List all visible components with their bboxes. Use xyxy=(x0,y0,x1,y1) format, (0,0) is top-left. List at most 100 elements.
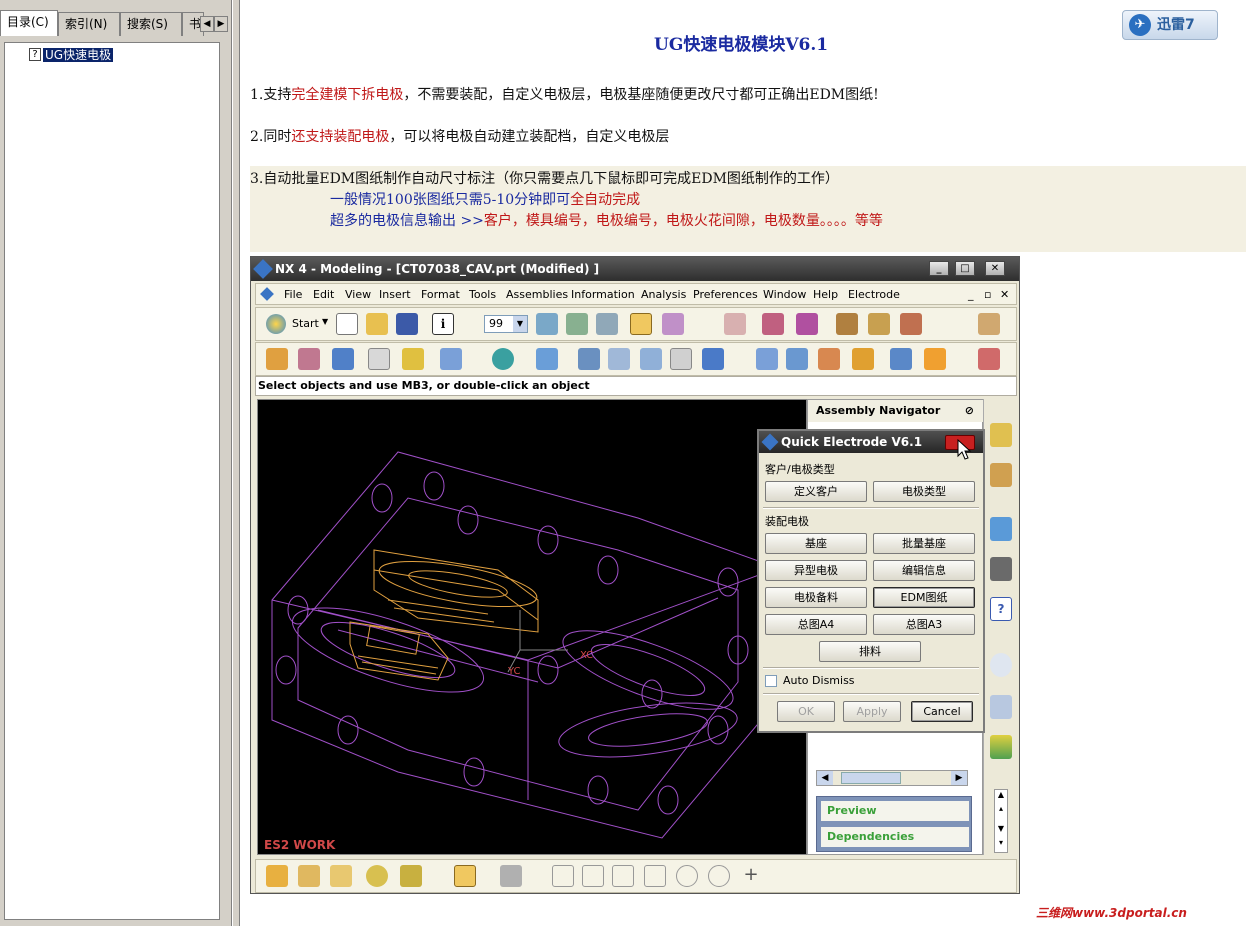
new-parent-icon[interactable] xyxy=(330,865,352,887)
scroll-bottom-icon[interactable]: ▾ xyxy=(995,838,1007,850)
history-icon[interactable] xyxy=(990,653,1012,677)
scroll-left-icon[interactable]: ◀ xyxy=(817,771,833,785)
ok-button[interactable]: OK xyxy=(777,701,835,722)
quadrant-point-icon[interactable] xyxy=(708,865,730,887)
scroll-up-icon[interactable]: ▴ xyxy=(995,804,1007,816)
menu-insert[interactable]: Insert xyxy=(379,288,411,301)
edm-drawing-button[interactable]: EDM图纸 xyxy=(873,587,975,608)
open-folder-icon[interactable] xyxy=(366,313,388,335)
menu-window[interactable]: Window xyxy=(763,288,806,301)
close-icon[interactable]: ✕ xyxy=(985,261,1005,276)
edit-info-button[interactable]: 编辑信息 xyxy=(873,560,975,581)
sphere-icon[interactable] xyxy=(492,348,514,370)
hole-icon[interactable] xyxy=(368,348,390,370)
arc-icon[interactable] xyxy=(612,865,634,887)
sew-icon[interactable] xyxy=(818,348,840,370)
analysis-icon[interactable] xyxy=(978,313,1000,335)
copy-to-layer-icon[interactable] xyxy=(596,313,618,335)
chamfer-icon[interactable] xyxy=(670,348,692,370)
thicken-icon[interactable] xyxy=(890,348,912,370)
intersect-icon[interactable] xyxy=(608,348,630,370)
wcs-origin-icon[interactable] xyxy=(662,313,684,335)
curve-edit-icon[interactable] xyxy=(836,313,858,335)
mate-icon[interactable] xyxy=(366,865,388,887)
menu-assemblies[interactable]: Assemblies xyxy=(506,288,568,301)
revolve-icon[interactable] xyxy=(298,348,320,370)
menu-electrode[interactable]: Electrode xyxy=(848,288,900,301)
cancel-button[interactable]: Cancel xyxy=(911,701,973,722)
nesting-button[interactable]: 排料 xyxy=(819,641,921,662)
pane-splitter[interactable] xyxy=(232,0,240,926)
menu-information[interactable]: Information xyxy=(571,288,635,301)
scroll-down-icon[interactable]: ▼ xyxy=(995,824,1007,836)
preview-panel[interactable]: Preview xyxy=(821,801,969,821)
menu-tools[interactable]: Tools xyxy=(469,288,496,301)
tab-index[interactable]: 索引(N) xyxy=(58,12,120,36)
start-icon[interactable] xyxy=(266,314,286,334)
layer-select[interactable]: 99 ▼ xyxy=(484,315,528,333)
line-icon[interactable] xyxy=(552,865,574,887)
offset-face-icon[interactable] xyxy=(924,348,946,370)
web-browser-icon[interactable] xyxy=(990,517,1012,541)
create-component-icon[interactable] xyxy=(298,865,320,887)
palette-icon[interactable] xyxy=(990,735,1012,759)
minimize-icon[interactable]: _ xyxy=(929,261,949,276)
project-curve-icon[interactable] xyxy=(900,313,922,335)
menu-view[interactable]: View xyxy=(345,288,371,301)
help-icon[interactable]: ? xyxy=(990,597,1012,621)
add-component-icon[interactable] xyxy=(266,865,288,887)
tab-search[interactable]: 搜索(S) xyxy=(120,12,182,36)
doc-restore-icon[interactable]: ▫ xyxy=(984,288,991,301)
mold-wizard-icon[interactable] xyxy=(978,348,1000,370)
tree-item[interactable]: ? UG快速电极 xyxy=(29,46,114,62)
layer-dropdown-icon[interactable]: ▼ xyxy=(513,316,527,332)
special-electrode-button[interactable]: 异型电极 xyxy=(765,560,867,581)
tab-scroll-right-icon[interactable]: ▶ xyxy=(214,16,228,32)
scroll-top-icon[interactable]: ▲ xyxy=(995,790,1007,802)
apply-button[interactable]: Apply xyxy=(843,701,901,722)
assembly-a3-button[interactable]: 总图A3 xyxy=(873,614,975,635)
reposition-icon[interactable] xyxy=(400,865,422,887)
tab-contents[interactable]: 目录(C) xyxy=(0,10,58,36)
pin-icon[interactable]: ⊘ xyxy=(965,400,974,422)
wcs-icon[interactable] xyxy=(630,313,652,335)
new-file-icon[interactable] xyxy=(336,313,358,335)
dependencies-panel[interactable]: Dependencies xyxy=(821,827,969,847)
define-customer-button[interactable]: 定义客户 xyxy=(765,481,867,502)
cylinder-icon[interactable] xyxy=(440,348,462,370)
block-icon[interactable] xyxy=(332,348,354,370)
layer-settings-icon[interactable] xyxy=(536,313,558,335)
training-icon[interactable] xyxy=(990,557,1012,581)
part-navigator-icon[interactable] xyxy=(990,463,1012,487)
doc-minimize-icon[interactable]: _ xyxy=(968,288,974,301)
save-icon[interactable] xyxy=(396,313,418,335)
nav-vscrollbar[interactable]: ▲ ▴ ▼ ▾ xyxy=(994,789,1008,853)
existing-point-icon[interactable]: + xyxy=(740,865,762,887)
batch-base-button[interactable]: 批量基座 xyxy=(873,533,975,554)
unite-icon[interactable] xyxy=(536,348,558,370)
surface-mesh-icon[interactable] xyxy=(786,348,808,370)
menu-format[interactable]: Format xyxy=(421,288,460,301)
start-label[interactable]: Start xyxy=(292,317,319,330)
scroll-right-icon[interactable]: ▶ xyxy=(951,771,967,785)
menu-edit[interactable]: Edit xyxy=(313,288,334,301)
intersection-icon[interactable] xyxy=(644,865,666,887)
snap-point-icon[interactable] xyxy=(454,865,476,887)
tab-scroll-left-icon[interactable]: ◀ xyxy=(200,16,214,32)
auto-dismiss-checkbox[interactable] xyxy=(765,675,777,687)
blend-icon[interactable] xyxy=(640,348,662,370)
start-dropdown-icon[interactable]: ▼ xyxy=(322,317,328,326)
boss-icon[interactable] xyxy=(402,348,424,370)
menu-analysis[interactable]: Analysis xyxy=(641,288,686,301)
center-point-icon[interactable] xyxy=(676,865,698,887)
spline-icon[interactable] xyxy=(796,313,818,335)
electrode-type-button[interactable]: 电极类型 xyxy=(873,481,975,502)
menu-preferences[interactable]: Preferences xyxy=(693,288,758,301)
offset-curve-icon[interactable] xyxy=(868,313,890,335)
menu-help[interactable]: Help xyxy=(813,288,838,301)
move-to-layer-icon[interactable] xyxy=(566,313,588,335)
xunlei-badge[interactable]: ✈ 迅雷7 xyxy=(1122,10,1218,40)
sketch-icon[interactable] xyxy=(762,313,784,335)
subtract-icon[interactable] xyxy=(578,348,600,370)
maximize-icon[interactable]: □ xyxy=(955,261,975,276)
